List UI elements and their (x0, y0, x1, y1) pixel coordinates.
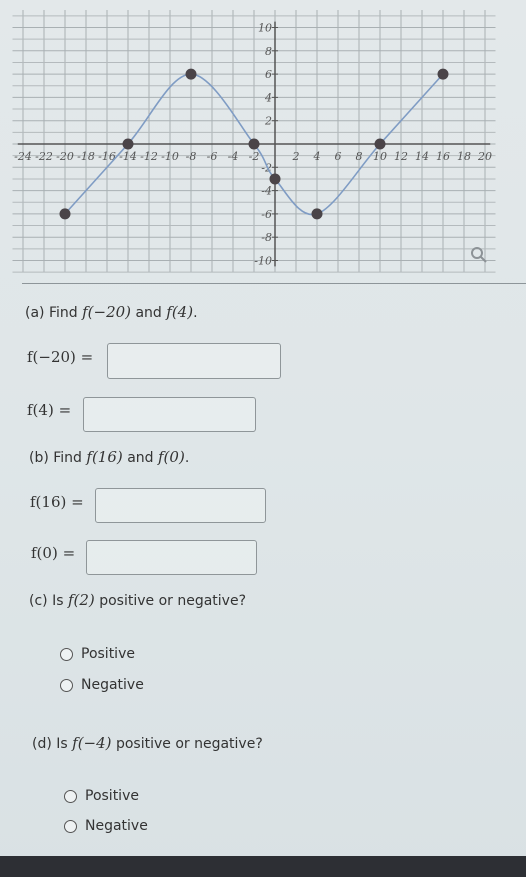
data-point (437, 68, 449, 80)
data-point (122, 138, 134, 150)
text: (c) Is (29, 593, 68, 609)
x-tick-label: -22 (35, 150, 53, 163)
radio-button[interactable] (60, 678, 73, 692)
data-point (185, 68, 197, 80)
math: f(−4) (72, 734, 112, 752)
radio-button[interactable] (60, 647, 73, 661)
y-tick-label: 10 (258, 22, 272, 35)
x-tick-label: 8 (356, 150, 363, 163)
f-16-label: f(16) = (30, 493, 84, 511)
data-point (374, 138, 386, 150)
part-c-question: (c) Is f(2) positive or negative? (29, 591, 246, 609)
y-tick-label: 8 (265, 45, 272, 58)
x-tick-label: -4 (228, 150, 239, 163)
math: f(16) (86, 448, 123, 466)
x-tick-label: 2 (292, 150, 300, 163)
text: (b) Find (29, 450, 87, 466)
part-d-option-negative[interactable]: Negative (64, 818, 148, 834)
data-point (59, 208, 71, 220)
y-tick-label: 6 (265, 68, 272, 81)
data-point (248, 138, 260, 150)
f-neg20-label: f(−20) = (27, 348, 94, 366)
x-tick-label: 10 (373, 150, 387, 163)
x-tick-label: -8 (186, 150, 197, 163)
radio-button[interactable] (64, 819, 77, 833)
text: (d) Is (32, 736, 73, 752)
x-tick-label: 12 (394, 150, 408, 163)
f-4-input[interactable] (83, 397, 256, 432)
option-label: Negative (85, 818, 148, 834)
function-graph: -24 -22 -20 -18 -16 -14 -12 -10 -8 -6 -4 -2 2 4 6 8 10 12… (12, 10, 496, 273)
text: positive or negative? (94, 593, 247, 609)
x-tick-label: 18 (457, 150, 471, 163)
x-tick-label: 4 (313, 150, 321, 163)
data-point (269, 173, 281, 185)
f-16-input[interactable] (95, 488, 266, 523)
f-0-label: f(0) = (31, 544, 76, 562)
y-tick-label: -6 (261, 208, 272, 221)
math: f(2) (67, 591, 95, 609)
divider (22, 283, 526, 284)
part-b-question: (b) Find f(16) and f(0). (29, 448, 189, 466)
math: f(−20) (82, 303, 132, 321)
x-tick-label: -2 (249, 150, 260, 163)
f-neg20-input[interactable] (107, 343, 281, 379)
part-d-question: (d) Is f(−4) positive or negative? (32, 734, 263, 752)
x-tick-label: -12 (140, 150, 158, 163)
option-label: Negative (81, 677, 144, 693)
x-tick-label: -6 (207, 150, 218, 163)
math: f(0) (158, 448, 185, 466)
option-label: Positive (85, 788, 139, 804)
text: (a) Find (25, 305, 83, 321)
x-tick-label: 16 (436, 150, 450, 163)
y-tick-label: -8 (261, 231, 272, 244)
math: f(4) (166, 303, 194, 321)
data-point (311, 208, 323, 220)
x-tick-label: 14 (415, 150, 429, 163)
text: . (193, 305, 198, 321)
part-c-option-positive[interactable]: Positive (60, 646, 135, 662)
text: . (184, 450, 190, 466)
y-tick-label: -4 (261, 185, 272, 198)
x-tick-label: -10 (161, 150, 179, 163)
f-0-input[interactable] (86, 540, 257, 575)
x-tick-label: -18 (77, 150, 95, 163)
x-tick-label: -20 (56, 150, 74, 163)
part-d-option-positive[interactable]: Positive (64, 788, 139, 804)
text: and (122, 450, 158, 466)
x-tick-label: -24 (14, 150, 32, 163)
screen-bezel (0, 856, 526, 877)
option-label: Positive (81, 646, 135, 662)
part-a-question: (a) Find f(−20) and f(4). (25, 303, 198, 321)
y-tick-label: -10 (254, 255, 272, 268)
magnifier-icon[interactable] (471, 247, 487, 263)
x-tick-label: 20 (477, 150, 492, 163)
y-tick-label: 4 (264, 91, 272, 104)
text: and (131, 305, 167, 321)
text: positive or negative? (111, 736, 263, 752)
x-tick-label: 6 (335, 150, 342, 163)
y-tick-label: 2 (264, 115, 272, 128)
radio-button[interactable] (64, 789, 77, 803)
f-4-label: f(4) = (27, 401, 72, 419)
part-c-option-negative[interactable]: Negative (60, 677, 144, 693)
